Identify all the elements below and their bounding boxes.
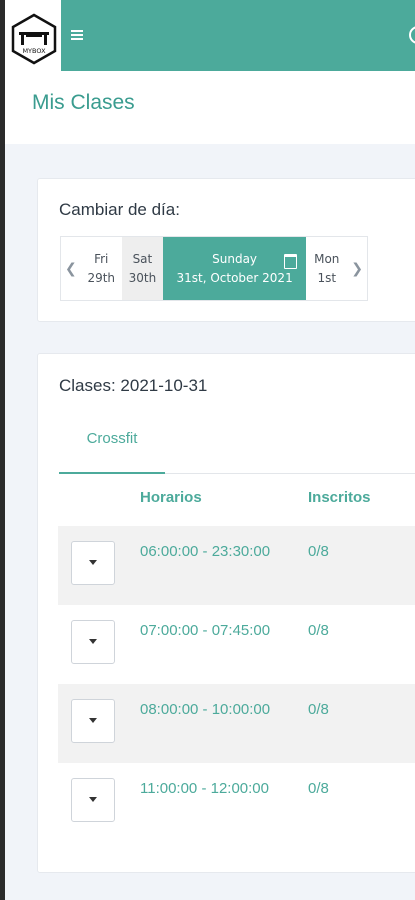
row-count: 0/8	[308, 701, 329, 718]
table-row: 11:00:00 - 12:00:00 0/8	[58, 763, 415, 842]
row-time: 07:00:00 - 07:45:00	[140, 622, 271, 639]
day-date: 1st	[317, 270, 337, 285]
caret-down-icon	[89, 718, 97, 723]
row-dropdown-button[interactable]	[71, 620, 115, 664]
day-date: 29th	[87, 270, 116, 285]
row-count: 0/8	[308, 543, 329, 560]
caret-down-icon	[89, 797, 97, 802]
day-option-selected[interactable]: Sunday 31st, October 2021	[163, 237, 307, 300]
day-label: Sat	[132, 251, 153, 266]
window-edge	[0, 0, 5, 900]
row-time: 11:00:00 - 12:00:00	[140, 780, 269, 797]
logo[interactable]: MYBOX	[5, 0, 61, 71]
day-label: Sunday	[212, 251, 258, 266]
classes-card: Clases: 2021-10-31 Crossfit Horarios Ins…	[37, 353, 415, 873]
row-count: 0/8	[308, 622, 329, 639]
user-icon[interactable]	[409, 26, 415, 44]
logo-text: MYBOX	[22, 47, 46, 55]
table-row: 07:00:00 - 07:45:00 0/8	[58, 605, 415, 684]
row-time: 08:00:00 - 10:00:00	[140, 701, 271, 718]
day-option-mon[interactable]: Mon 1st	[306, 237, 347, 300]
caret-down-icon	[89, 560, 97, 565]
day-selector-title: Cambiar de día:	[59, 200, 180, 219]
table-row: 08:00:00 - 10:00:00 0/8	[58, 684, 415, 763]
row-count: 0/8	[308, 780, 329, 797]
day-label: Mon	[314, 251, 340, 266]
row-time: 06:00:00 - 23:30:00	[140, 543, 271, 560]
column-header-enrolled: Inscritos	[308, 489, 371, 506]
row-dropdown-button[interactable]	[71, 778, 115, 822]
tab-label: Crossfit	[86, 430, 138, 447]
row-dropdown-button[interactable]	[71, 699, 115, 743]
day-date: 31st, October 2021	[176, 270, 293, 285]
day-selector-card: Cambiar de día: ❮ Fri 29th Sat 30th Sund…	[37, 178, 415, 322]
top-navbar: MYBOX	[5, 0, 415, 71]
chevron-left-icon[interactable]: ❮	[61, 237, 81, 300]
caret-down-icon	[89, 639, 97, 644]
table-row: 06:00:00 - 23:30:00 0/8	[58, 526, 415, 605]
chevron-right-icon[interactable]: ❯	[347, 237, 367, 300]
tab-divider	[165, 473, 415, 474]
day-picker: ❮ Fri 29th Sat 30th Sunday 31st, October…	[60, 236, 368, 301]
calendar-icon[interactable]	[284, 254, 298, 269]
tab-crossfit[interactable]: Crossfit	[59, 420, 165, 474]
column-header-schedule: Horarios	[140, 489, 202, 506]
page-title: Mis Clases	[32, 91, 135, 114]
classes-title: Clases: 2021-10-31	[59, 376, 208, 395]
day-label: Fri	[94, 251, 109, 266]
hamburger-menu-icon[interactable]	[71, 30, 83, 40]
logo-icon: MYBOX	[11, 13, 57, 65]
row-dropdown-button[interactable]	[71, 541, 115, 585]
page-header: Mis Clases	[5, 71, 415, 145]
day-date: 30th	[128, 270, 157, 285]
day-option-sat[interactable]: Sat 30th	[121, 237, 163, 300]
day-option-fri[interactable]: Fri 29th	[81, 237, 122, 300]
